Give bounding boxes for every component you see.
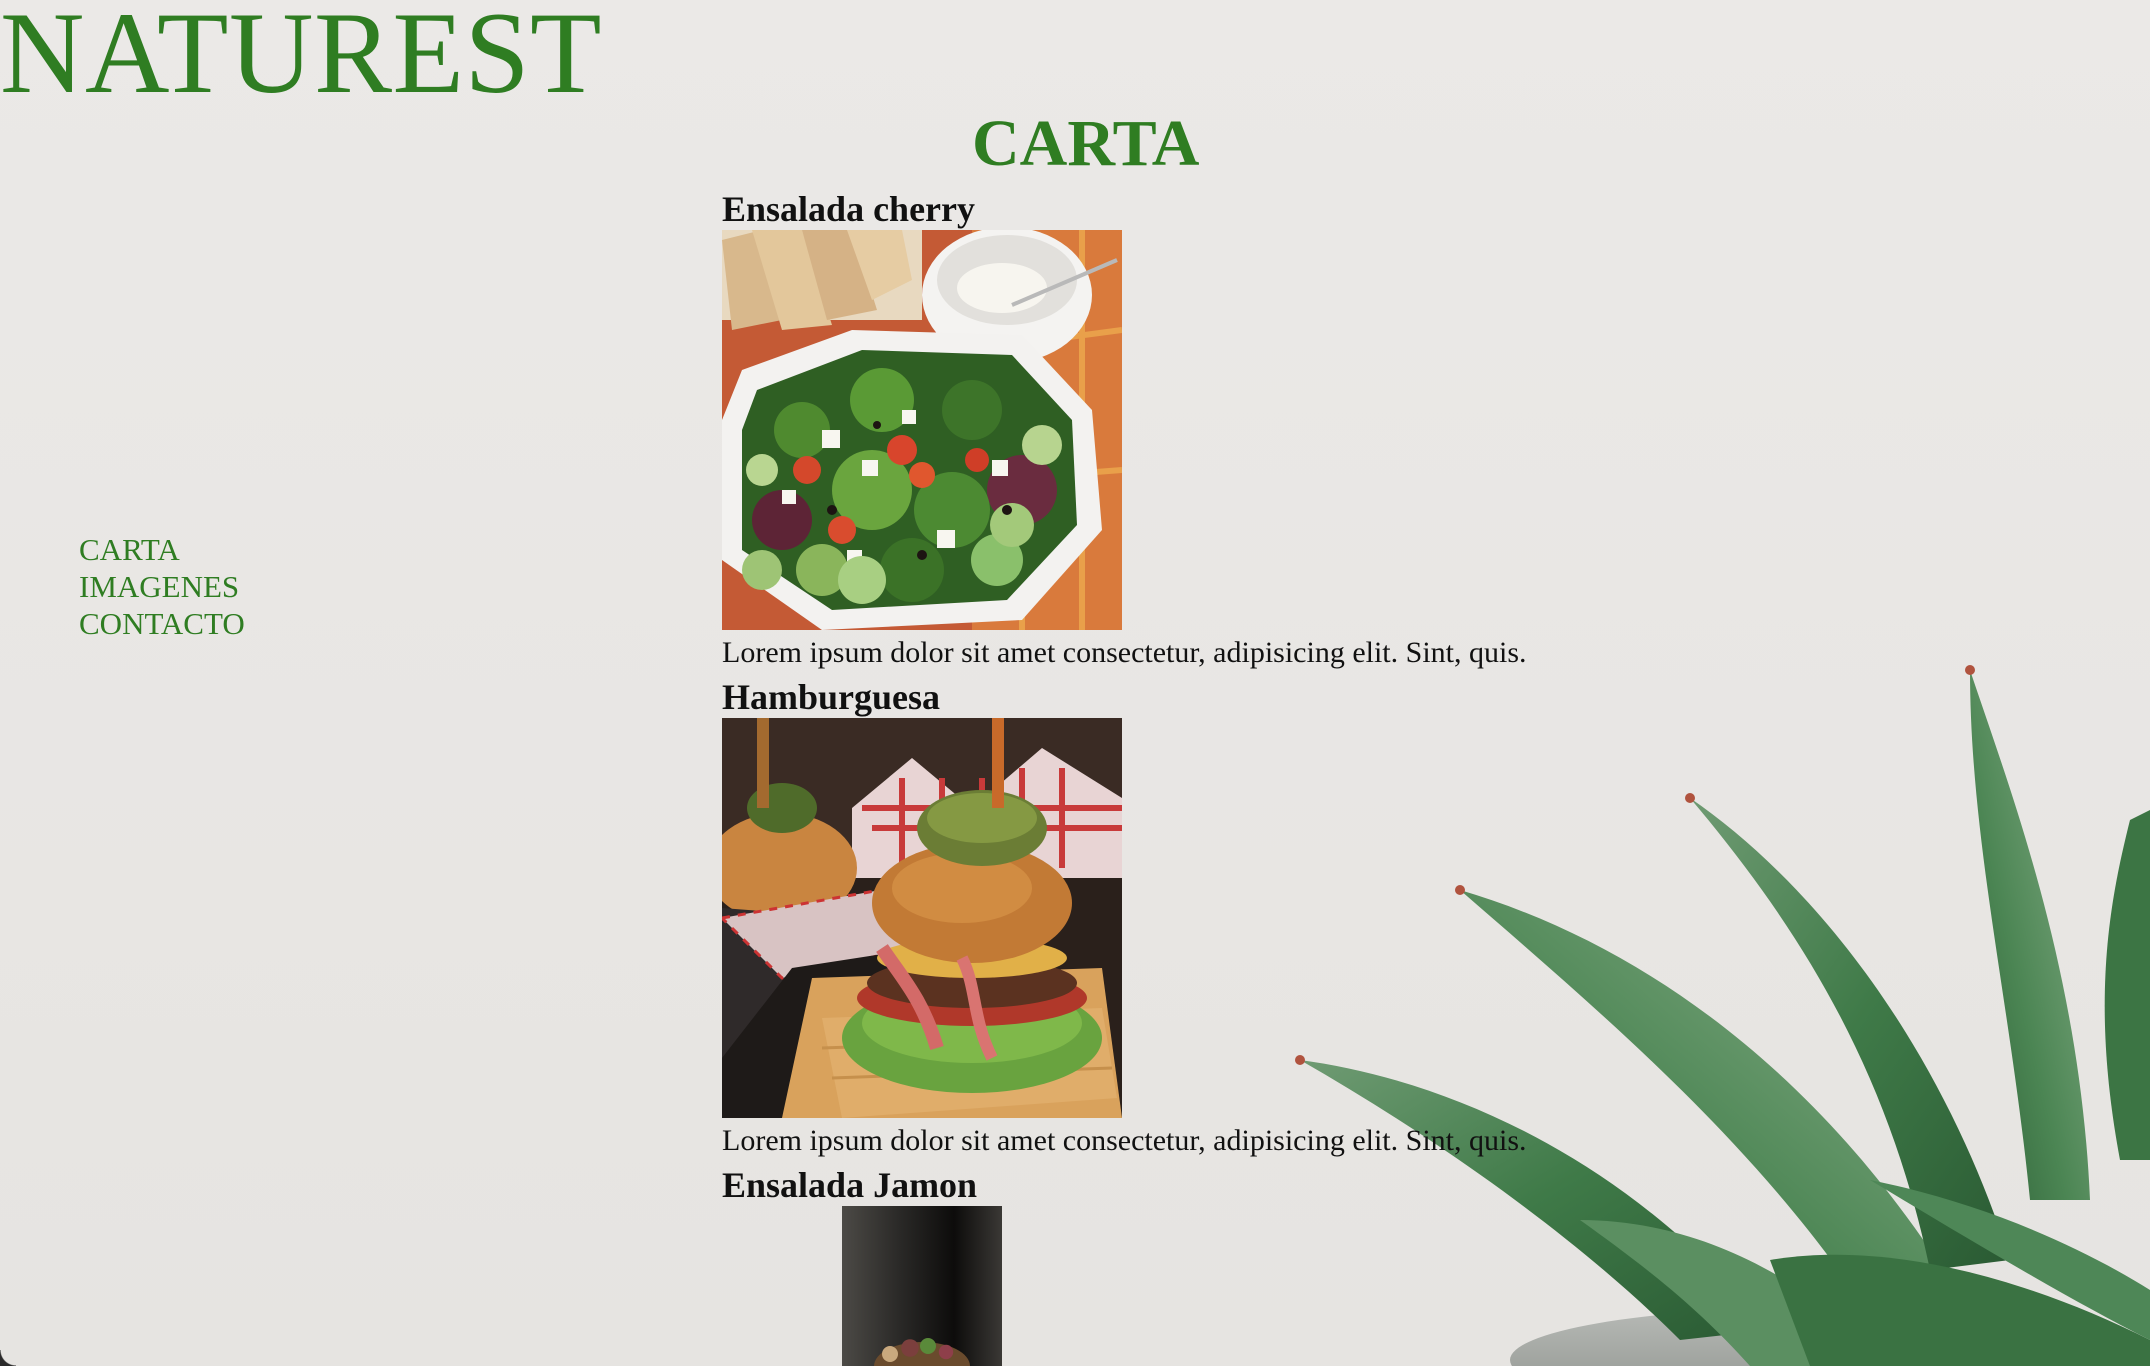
window-corner bbox=[0, 1350, 16, 1366]
nav-link-imagenes[interactable]: IMAGENES bbox=[79, 568, 245, 605]
nav-link-carta[interactable]: CARTA bbox=[79, 531, 245, 568]
salad-photo bbox=[722, 230, 1122, 630]
dish-name: Ensalada cherry bbox=[722, 189, 976, 229]
menu-list: Ensalada cherry Lorem ipsum dolor sit am… bbox=[722, 188, 1622, 1366]
section-title: CARTA bbox=[972, 107, 1200, 180]
burger-photo bbox=[722, 718, 1122, 1118]
dish-description: Lorem ipsum dolor sit amet consectetur, … bbox=[722, 636, 1527, 669]
dish-card: Ensalada Jamon bbox=[722, 1164, 1622, 1366]
dish-name: Hamburguesa bbox=[722, 677, 941, 717]
dish-description: Lorem ipsum dolor sit amet consectetur, … bbox=[722, 1124, 1527, 1157]
side-nav: CARTA IMAGENES CONTACTO bbox=[79, 531, 245, 642]
ham-salad-photo bbox=[842, 1206, 1002, 1366]
dish-card: Hamburguesa Lorem ipsum dolor sit amet c… bbox=[722, 676, 1622, 1164]
dish-name: Ensalada Jamon bbox=[722, 1165, 978, 1205]
site-title: NATUREST bbox=[0, 0, 603, 118]
dish-card: Ensalada cherry Lorem ipsum dolor sit am… bbox=[722, 188, 1622, 676]
nav-link-contacto[interactable]: CONTACTO bbox=[79, 605, 245, 642]
